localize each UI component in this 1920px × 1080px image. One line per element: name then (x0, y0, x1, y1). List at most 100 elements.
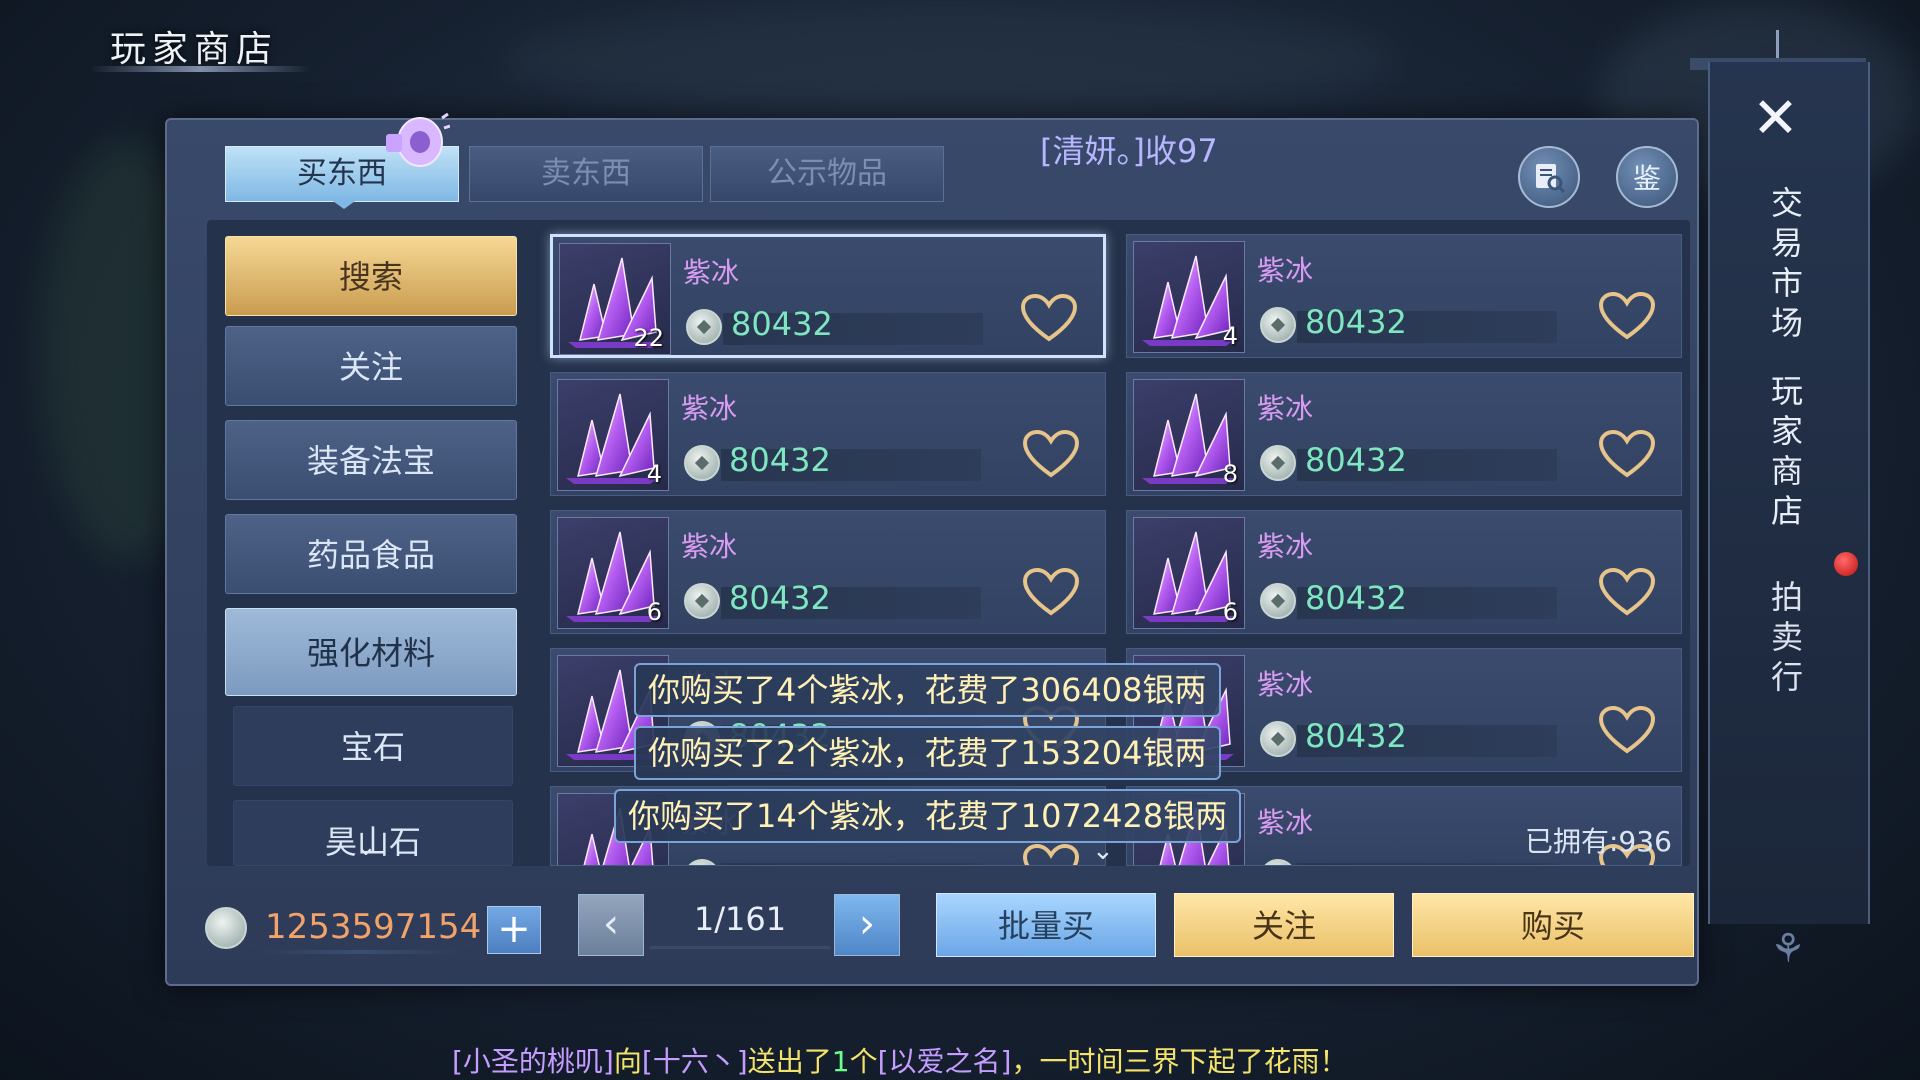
item-name: 紫冰 (1257, 668, 1314, 701)
purple-ice-crystal-icon: 6 (1133, 517, 1245, 629)
silver-coin-icon (684, 445, 720, 481)
item-stack-count: 6 (646, 598, 662, 626)
follow-button[interactable]: 关注 (1174, 893, 1394, 957)
silver-coin-icon (1260, 859, 1296, 865)
favorite-heart-icon[interactable] (1019, 293, 1079, 343)
silver-coin-icon (686, 309, 722, 345)
item-price: 80432 (1305, 441, 1407, 479)
wallet-amount: 1253597154 (265, 907, 482, 947)
screen-title: 玩家商店 (110, 29, 279, 70)
title-underline (90, 66, 310, 72)
page-indicator: 1/161 (693, 900, 787, 938)
tab-sell[interactable]: 卖东西 (469, 146, 703, 202)
chat-tail: ，一时间三界下起了花雨！ (1011, 1045, 1348, 1078)
purchase-toast: 你购买了14个紫冰，花费了1072428银两 (614, 789, 1242, 843)
magnifier-scroll-icon (1536, 164, 1566, 194)
silver-coin-icon (684, 583, 720, 619)
marquee-text: [清妍。]收97 (1040, 132, 1218, 170)
item-stack-count: 4 (1222, 322, 1238, 350)
silver-coin-icon (1260, 721, 1296, 757)
sidebar-item-follow[interactable]: 关注 (225, 326, 517, 406)
chat-target[interactable]: [十六丶] (642, 1045, 748, 1078)
chat-player[interactable]: [小圣的桃叽] (452, 1045, 614, 1078)
scroll-tassel-icon: ⚘ (1770, 926, 1806, 972)
sidebar-item-medicine-food[interactable]: 药品食品 (225, 514, 517, 594)
nav-auction-house[interactable]: 拍卖行 (1762, 580, 1808, 700)
purple-ice-crystal-icon: 4 (557, 379, 669, 491)
favorite-heart-icon[interactable] (1597, 291, 1657, 341)
active-tab-indicator (330, 199, 358, 209)
favorite-heart-icon[interactable] (1597, 567, 1657, 617)
chat-gift[interactable]: [以爱之名] (878, 1045, 1012, 1078)
purchase-toast: 你购买了4个紫冰，花费了306408银两 (634, 663, 1221, 717)
purple-ice-crystal-icon: 22 (559, 243, 671, 355)
favorite-heart-icon[interactable] (1021, 843, 1081, 865)
world-chat-line: [小圣的桃叽]向[十六丶]送出了1个[以爱之名]，一时间三界下起了花雨！ (452, 1040, 1347, 1080)
owned-count: 已拥有:936 (1525, 825, 1672, 858)
page-underline (650, 946, 830, 949)
item-card[interactable]: 8 紫冰 80432 (1126, 372, 1682, 496)
purchase-toast: 你购买了2个紫冰，花费了153204银两 (634, 726, 1221, 780)
sidebar-item-materials[interactable]: 强化材料 (225, 608, 517, 696)
favorite-heart-icon[interactable] (1597, 429, 1657, 479)
item-card[interactable]: 4 紫冰 80432 (1126, 234, 1682, 358)
item-stack-count: 4 (646, 460, 662, 488)
search-record-button[interactable] (1518, 146, 1580, 208)
silver-coin-icon (205, 907, 247, 949)
item-price: 80432 (1305, 303, 1407, 341)
appraise-button[interactable]: 鉴 (1616, 146, 1678, 208)
favorite-heart-icon[interactable] (1021, 429, 1081, 479)
price-bar (1297, 863, 1557, 865)
item-price: 80432 (1305, 579, 1407, 617)
sidebar-item-equipment[interactable]: 装备法宝 (225, 420, 517, 500)
item-stack-count: 22 (633, 324, 664, 352)
nav-player-shop[interactable]: 玩家商店 (1762, 374, 1808, 534)
item-price: 80432 (1305, 717, 1407, 755)
silver-coin-icon (684, 859, 720, 865)
item-card[interactable]: 4 紫冰 80432 (550, 372, 1106, 496)
item-name: 紫冰 (1257, 392, 1314, 425)
item-name: 紫冰 (1257, 254, 1314, 287)
item-card[interactable]: 22 紫冰 80432 (550, 234, 1106, 358)
nav-trading-market[interactable]: 交易市场 (1762, 186, 1808, 346)
silver-coin-icon (1260, 583, 1296, 619)
chat-unit: 个 (849, 1045, 878, 1078)
item-stack-count: 8 (1222, 460, 1238, 488)
batch-buy-button[interactable]: 批量买 (936, 893, 1156, 957)
item-name: 紫冰 (1257, 530, 1314, 563)
item-name: 紫冰 (681, 530, 738, 563)
item-card[interactable]: 6 紫冰 80432 (1126, 510, 1682, 634)
item-name: 紫冰 (683, 256, 740, 289)
prev-page-button[interactable]: ‹ (578, 894, 644, 956)
item-name: 紫冰 (681, 392, 738, 425)
chat-to: 向 (613, 1045, 642, 1078)
purple-ice-crystal-icon: 6 (557, 517, 669, 629)
add-money-button[interactable]: + (487, 906, 541, 954)
item-card[interactable]: 6 紫冰 80432 (550, 510, 1106, 634)
favorite-heart-icon[interactable] (1597, 705, 1657, 755)
item-price: 80432 (729, 441, 831, 479)
sidebar-scroll-down-icon: ⌄ (355, 832, 377, 862)
sidebar-item-gems[interactable]: 宝石 (233, 706, 513, 786)
buy-button[interactable]: 购买 (1412, 893, 1694, 957)
wallet-underline (250, 950, 470, 954)
tab-public-items[interactable]: 公示物品 (710, 146, 944, 202)
purple-ice-crystal-icon: 8 (1133, 379, 1245, 491)
item-price: 80432 (729, 579, 831, 617)
appraise-label: 鉴 (1632, 162, 1661, 195)
notification-dot (1834, 552, 1858, 576)
broadcast-speaker-icon (386, 112, 450, 167)
item-stack-count: 6 (1222, 598, 1238, 626)
purple-ice-crystal-icon: 4 (1133, 241, 1245, 353)
chat-num: 1 (831, 1045, 850, 1078)
chat-sent: 送出了 (747, 1045, 832, 1078)
close-icon[interactable]: ✕ (1752, 86, 1799, 151)
price-bar (721, 863, 981, 865)
silver-coin-icon (1260, 307, 1296, 343)
sidebar-item-search[interactable]: 搜索 (225, 236, 517, 316)
next-page-button[interactable]: › (834, 894, 900, 956)
silver-coin-icon (1260, 445, 1296, 481)
favorite-heart-icon[interactable] (1021, 567, 1081, 617)
item-price: 80432 (731, 305, 833, 343)
item-name: 紫冰 (1257, 806, 1314, 839)
